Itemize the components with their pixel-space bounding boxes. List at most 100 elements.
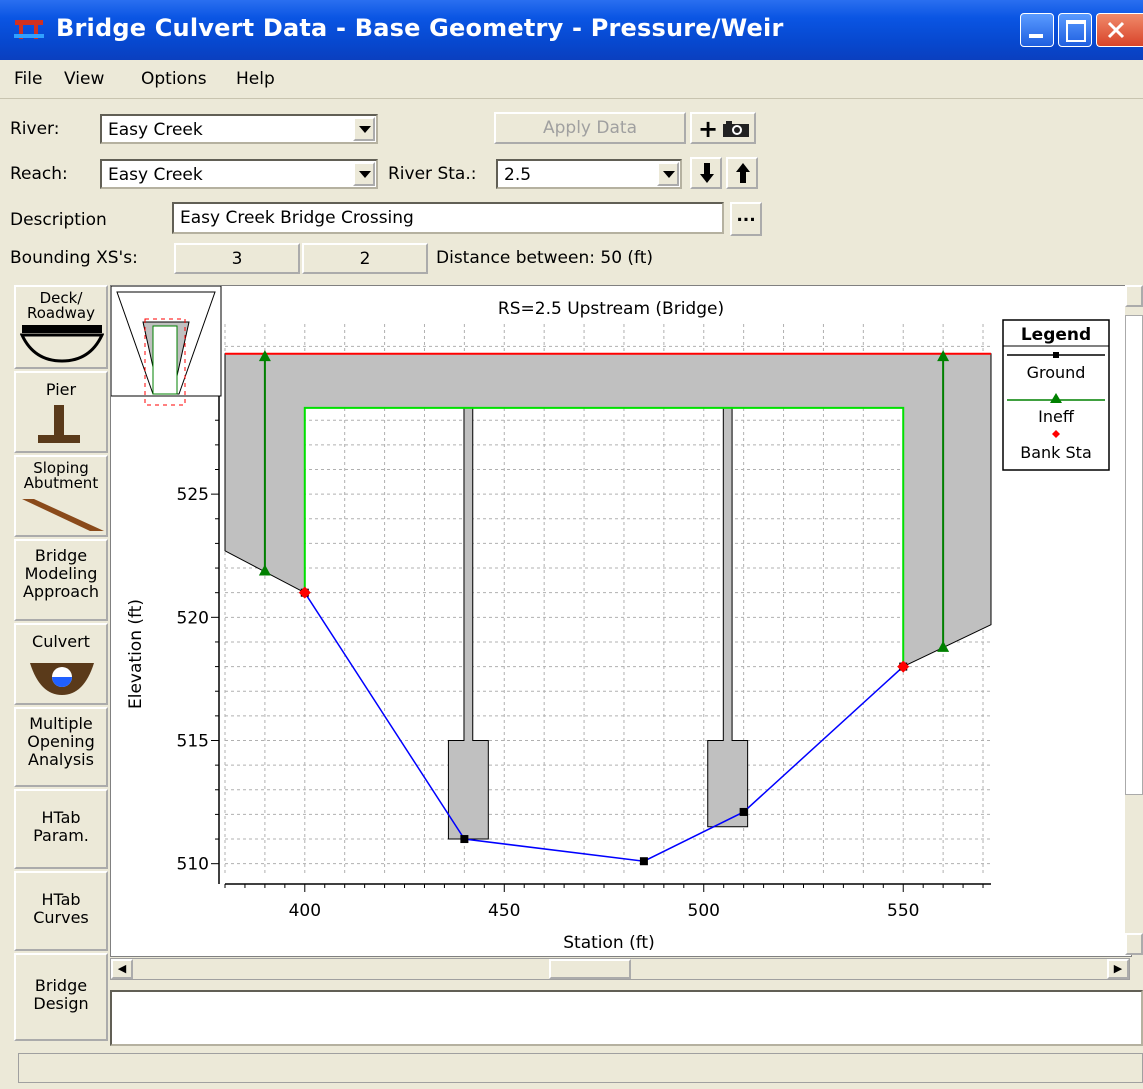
y-tick-label: 510 [177,855,209,875]
menu-view[interactable]: View [64,69,104,89]
abutment-icon [22,499,104,531]
menu-help[interactable]: Help [236,69,275,89]
legend-ineff-label: Ineff [1038,407,1075,426]
title-bar[interactable]: Bridge Culvert Data - Base Geometry - Pr… [0,0,1143,60]
tab-bridge-design[interactable]: Bridge Design [14,953,108,1041]
message-panel [110,990,1143,1046]
scroll-up-icon[interactable] [1125,285,1143,307]
tab-label: Multiple Opening Analysis [27,714,95,769]
menu-options[interactable]: Options [141,69,207,89]
tab-label: Bridge Modeling Approach [22,546,99,601]
x-tick-label: 400 [289,901,321,921]
x-tick-label: 450 [488,901,520,921]
reach-value: Easy Creek [108,165,203,185]
menu-file[interactable]: File [14,69,42,89]
river-label: River: [10,119,60,139]
deck-icon [20,325,104,363]
river-sta-select[interactable]: 2.5 [496,159,682,189]
vertical-scrollbar[interactable] [1125,285,1143,955]
tab-label: Culvert [32,632,90,651]
next-station-button[interactable] [690,157,722,189]
hscroll-thumb[interactable] [549,959,631,979]
minimize-icon [1029,34,1043,38]
close-button[interactable] [1096,13,1143,47]
y-tick-label: 515 [177,732,209,752]
tab-multiple-opening-analysis[interactable]: Multiple Opening Analysis [14,707,108,787]
pier-1 [447,407,489,840]
bounding-xs-label: Bounding XS's: [10,248,138,268]
tab-label: Pier [45,380,77,399]
previous-station-button[interactable] [726,157,758,189]
status-bar [18,1053,1143,1083]
add-snapshot-button[interactable]: + [690,112,756,144]
chevron-down-icon[interactable] [353,162,375,186]
ground-point [739,807,748,816]
upstream-xs-label: 3 [231,249,243,269]
scroll-right-icon[interactable]: ▶ [1107,959,1129,979]
legend-ground-marker [1053,352,1059,358]
arrow-down-icon [700,163,714,183]
arrow-up-icon [736,163,750,183]
legend-title: Legend [1021,325,1091,345]
tab-deck-roadway[interactable]: Deck/ Roadway [14,285,108,369]
bridge-deck [224,353,992,668]
ground-point [460,835,469,844]
ground-line [304,592,904,862]
camera-icon [723,121,749,137]
chevron-down-icon[interactable] [353,117,375,141]
description-value: Easy Creek Bridge Crossing [180,208,414,228]
description-label: Description [10,210,107,230]
scroll-left-icon[interactable]: ◀ [111,959,133,979]
close-icon [1107,21,1125,39]
x-tick-label: 550 [887,901,919,921]
downstream-xs-button[interactable]: 2 [302,243,428,274]
horizontal-scrollbar[interactable]: ◀ ▶ [110,958,1130,980]
culvert-icon [30,663,94,695]
reach-label: Reach: [10,164,68,184]
minimize-button[interactable] [1020,13,1054,47]
tab-label: HTab Param. [33,808,89,845]
ellipsis-button[interactable]: ... [730,202,762,236]
tab-pier[interactable]: Pier [14,371,108,453]
maximize-button[interactable] [1058,13,1092,47]
tab-bridge-modeling-approach[interactable]: Bridge Modeling Approach [14,539,108,621]
river-select[interactable]: Easy Creek [100,114,378,144]
tab-label: Sloping Abutment [23,459,99,492]
overview-opening [152,325,178,395]
chevron-down-icon[interactable] [657,162,679,186]
legend-bank-label: Bank Sta [1020,443,1092,462]
ground-point [639,857,648,866]
chart-title: RS=2.5 Upstream (Bridge) [498,299,724,319]
tab-label: HTab Curves [33,890,89,927]
scroll-thumb[interactable] [1125,315,1143,795]
distance-text: Distance between: 50 (ft) [436,248,654,268]
river-sta-value: 2.5 [504,165,532,185]
tab-label: Bridge Design [33,976,89,1013]
tab-label: Deck/ Roadway [27,289,95,322]
river-value: Easy Creek [108,120,203,140]
cross-section-chart[interactable]: 400 450 500 550 510 515 520 525 Station (ft) Elev… [111,286,1125,954]
downstream-xs-label: 2 [359,249,371,269]
ellipsis-label: ... [736,206,756,226]
y-tick-label: 525 [177,485,209,505]
tab-htab-param[interactable]: HTab Param. [14,789,108,869]
upstream-xs-button[interactable]: 3 [174,243,300,274]
plus-icon: + [698,115,719,143]
reach-select[interactable]: Easy Creek [100,159,378,189]
tab-culvert[interactable]: Culvert [14,623,108,705]
low-chord-line [303,406,905,667]
description-input[interactable]: Easy Creek Bridge Crossing [172,202,724,234]
app-icon [14,20,44,39]
y-axis-label: Elevation (ft) [126,599,146,709]
window-title: Bridge Culvert Data - Base Geometry - Pr… [56,14,784,42]
scroll-down-icon[interactable] [1125,933,1143,955]
plot-area[interactable]: 400 450 500 550 510 515 520 525 Station (ft) Elev… [110,285,1132,957]
x-axis-label: Station (ft) [563,933,654,953]
river-sta-label: River Sta.: [388,164,477,184]
apply-data-button[interactable]: Apply Data [494,112,686,144]
pier-icon [38,405,80,443]
y-tick-label: 520 [177,608,209,628]
apply-data-label: Apply Data [543,118,637,138]
tab-sloping-abutment[interactable]: Sloping Abutment [14,455,108,537]
tab-htab-curves[interactable]: HTab Curves [14,871,108,951]
